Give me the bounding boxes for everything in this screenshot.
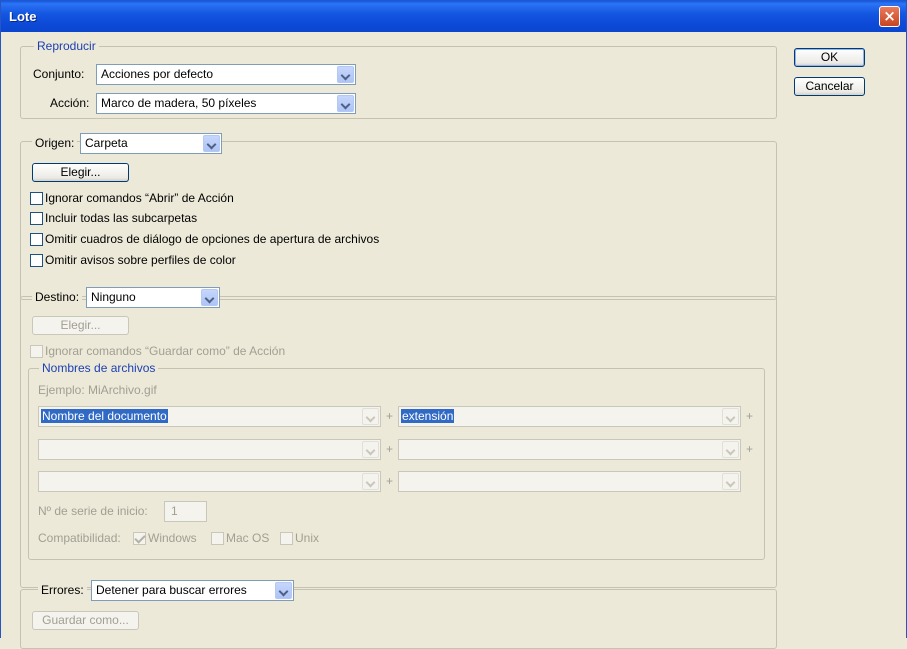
macos-checkbox[interactable] xyxy=(211,532,224,545)
plus-sign: + xyxy=(386,474,394,488)
batch-dialog: Lote × OK Cancelar Reproducir Conjunto: … xyxy=(0,0,907,649)
naming-value-1a: Nombre del documento xyxy=(41,409,168,423)
naming-select-1a[interactable]: Nombre del documento xyxy=(38,406,381,427)
suppress-open-options-label: Omitir cuadros de diálogo de opciones de… xyxy=(45,232,380,246)
ignore-open-checkbox[interactable] xyxy=(30,192,43,205)
source-choose-button[interactable]: Elegir... xyxy=(32,163,129,182)
chevron-down-icon[interactable] xyxy=(362,473,379,490)
file-naming-legend: Nombres de archivos xyxy=(39,361,159,376)
suppress-open-options-checkbox[interactable] xyxy=(30,233,43,246)
set-value: Acciones por defecto xyxy=(101,67,214,81)
include-subfolders-checkbox[interactable] xyxy=(30,212,43,225)
errors-label: Errores: xyxy=(38,583,87,598)
set-select[interactable]: Acciones por defecto xyxy=(96,64,356,85)
close-icon[interactable]: × xyxy=(879,6,900,27)
destination-value: Ninguno xyxy=(91,290,136,304)
destination-select[interactable]: Ninguno xyxy=(86,287,220,308)
plus-sign: + xyxy=(386,409,394,423)
serial-label: Nº de serie de inicio: xyxy=(38,504,148,518)
chevron-down-icon[interactable] xyxy=(337,66,354,83)
chevron-down-icon[interactable] xyxy=(362,408,379,425)
unix-checkbox[interactable] xyxy=(280,532,293,545)
ignore-save-as-label: Ignorar comandos “Guardar como” de Acció… xyxy=(45,344,286,358)
destination-choose-button[interactable]: Elegir... xyxy=(32,316,129,335)
file-naming-example: Ejemplo: MiArchivo.gif xyxy=(38,383,157,397)
naming-select-1b[interactable]: extensión xyxy=(398,406,741,427)
chevron-down-icon[interactable] xyxy=(722,408,739,425)
suppress-color-warnings-label: Omitir avisos sobre perfiles de color xyxy=(45,253,236,267)
naming-value-1b: extensión xyxy=(401,409,455,423)
ignore-save-as-checkbox[interactable] xyxy=(30,345,43,358)
dialog-content: OK Cancelar Reproducir Conjunto: Accione… xyxy=(1,32,906,649)
source-label: Origen: xyxy=(32,136,78,151)
plus-sign: + xyxy=(746,409,754,423)
naming-select-3b[interactable] xyxy=(398,471,741,492)
action-select[interactable]: Marco de madera, 50 píxeles xyxy=(96,93,356,114)
chevron-down-icon[interactable] xyxy=(275,582,292,599)
action-label: Acción: xyxy=(50,96,90,110)
serial-input[interactable]: 1 xyxy=(164,501,207,522)
chevron-down-icon[interactable] xyxy=(203,135,220,152)
naming-select-3a[interactable] xyxy=(38,471,381,492)
compat-label: Compatibilidad: xyxy=(38,531,121,545)
destination-label: Destino: xyxy=(32,290,83,305)
chevron-down-icon[interactable] xyxy=(722,473,739,490)
windows-label: Windows xyxy=(148,531,197,545)
windows-checkbox[interactable] xyxy=(133,532,146,545)
errors-select[interactable]: Detener para buscar errores xyxy=(91,580,294,601)
unix-label: Unix xyxy=(295,531,320,545)
chevron-down-icon[interactable] xyxy=(362,441,379,458)
naming-select-2a[interactable] xyxy=(38,439,381,460)
include-subfolders-label: Incluir todas las subcarpetas xyxy=(45,211,198,225)
plus-sign: + xyxy=(386,442,394,456)
suppress-color-warnings-checkbox[interactable] xyxy=(30,254,43,267)
cancel-button[interactable]: Cancelar xyxy=(794,77,865,96)
ignore-open-label: Ignorar comandos “Abrir” de Acción xyxy=(45,191,234,205)
action-value: Marco de madera, 50 píxeles xyxy=(101,96,257,110)
chevron-down-icon[interactable] xyxy=(337,95,354,112)
macos-label: Mac OS xyxy=(226,531,270,545)
set-label: Conjunto: xyxy=(33,67,85,81)
ok-button[interactable]: OK xyxy=(794,48,865,67)
source-value: Carpeta xyxy=(85,136,128,150)
plus-sign: + xyxy=(746,442,754,456)
errors-save-as-button[interactable]: Guardar como... xyxy=(32,611,139,630)
naming-select-2b[interactable] xyxy=(398,439,741,460)
errors-value: Detener para buscar errores xyxy=(96,583,247,597)
title-bar[interactable]: Lote × xyxy=(1,1,906,32)
chevron-down-icon[interactable] xyxy=(201,289,218,306)
chevron-down-icon[interactable] xyxy=(722,441,739,458)
source-select[interactable]: Carpeta xyxy=(80,133,222,154)
window-title: Lote xyxy=(9,9,37,24)
play-legend: Reproducir xyxy=(34,39,99,54)
